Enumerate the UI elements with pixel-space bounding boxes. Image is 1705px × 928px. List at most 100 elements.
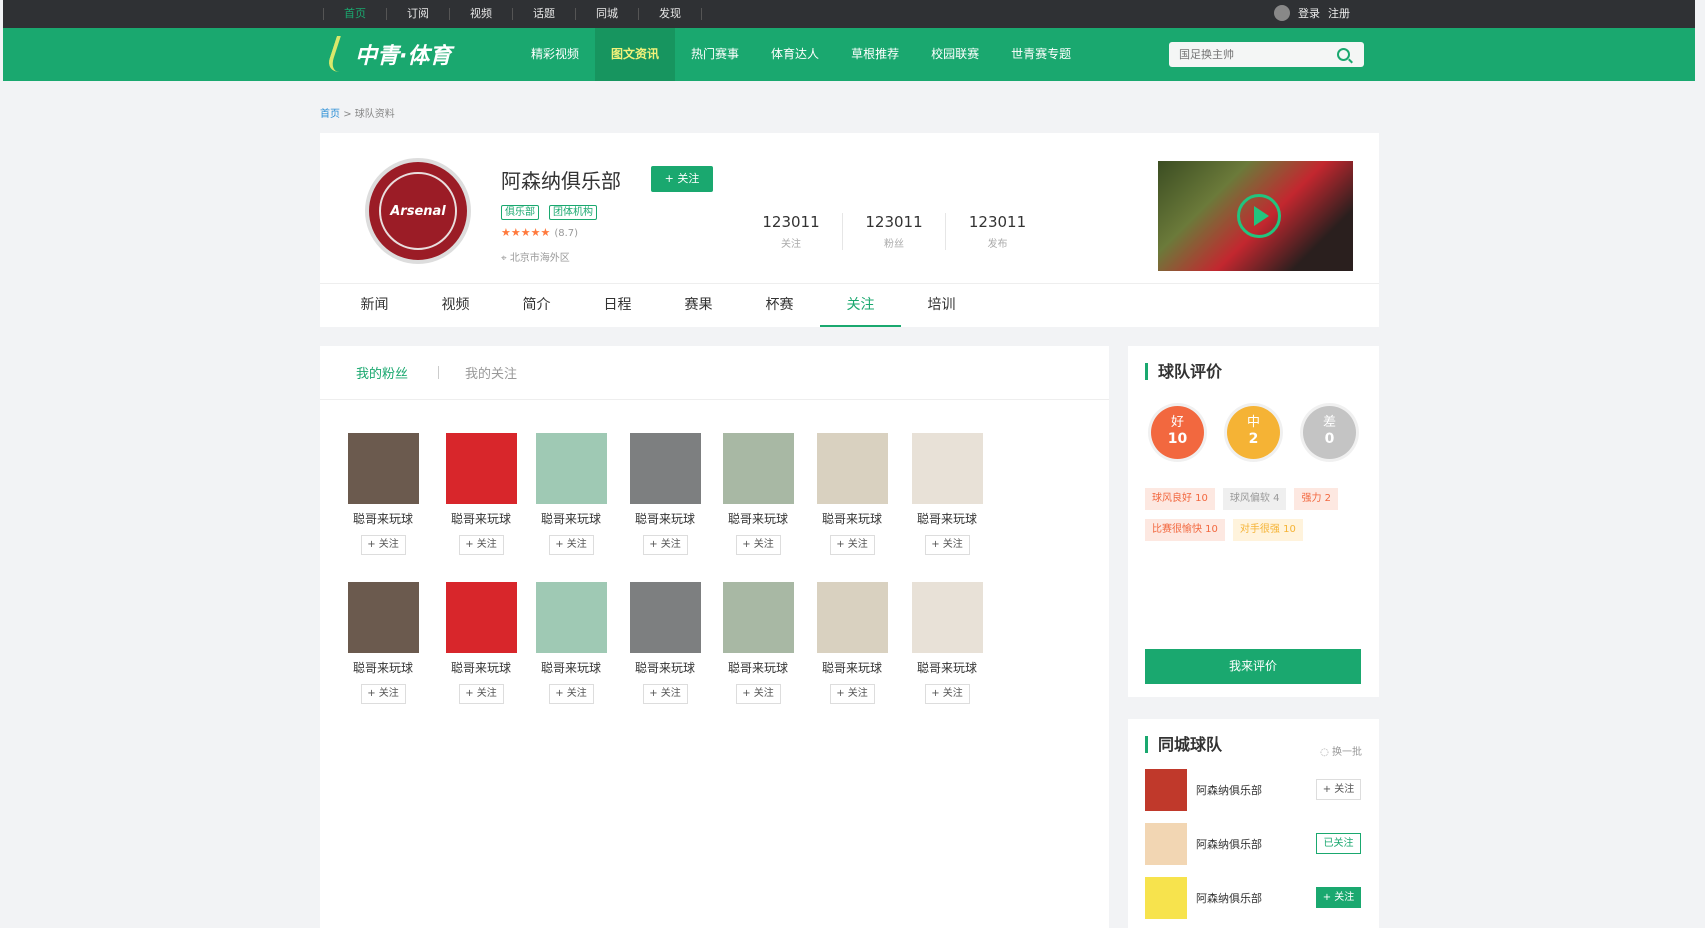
fan-name[interactable]: 聪哥来玩球 — [713, 510, 803, 527]
fan-avatar[interactable] — [445, 433, 517, 504]
tab-follow[interactable]: 关注 — [820, 284, 901, 327]
team-video-thumbnail[interactable] — [1158, 161, 1353, 271]
local-team-follow-button[interactable]: + 关注 — [1316, 779, 1361, 800]
local-teams-panel: 同城球队 ◌ 换一批 阿森纳俱乐部 + 关注 阿森纳俱乐部 已关注 阿森纳俱乐部 + 关注 — [1128, 719, 1379, 928]
menu-item-grassroots[interactable]: 草根推荐 — [835, 28, 915, 81]
refresh-label: 换一批 — [1332, 747, 1362, 758]
fan-card: 聪哥来玩球 + 关注 — [807, 433, 897, 555]
site-logo[interactable]: 中青·体育 — [325, 34, 451, 74]
local-team-name[interactable]: 阿森纳俱乐部 — [1196, 890, 1262, 906]
menu-item-experts[interactable]: 体育达人 — [755, 28, 835, 81]
fan-name[interactable]: 聪哥来玩球 — [902, 659, 992, 676]
local-team-follow-button[interactable]: + 关注 — [1316, 887, 1361, 908]
top-nav-subscribe[interactable]: 订阅 — [386, 8, 449, 20]
fan-name[interactable]: 聪哥来玩球 — [807, 510, 897, 527]
menu-item-special[interactable]: 世青赛专题 — [995, 28, 1087, 81]
tab-training[interactable]: 培训 — [901, 284, 982, 327]
follow-team-button[interactable]: + 关注 — [651, 166, 713, 192]
top-nav-home[interactable]: 首页 — [323, 8, 386, 20]
fan-follow-button[interactable]: + 关注 — [360, 684, 406, 704]
top-nav-discover[interactable]: 发现 — [638, 8, 702, 20]
fan-follow-button[interactable]: + 关注 — [642, 535, 688, 555]
fan-avatar[interactable] — [445, 582, 517, 653]
search-input[interactable] — [1169, 48, 1329, 61]
fan-follow-button[interactable]: + 关注 — [829, 684, 875, 704]
fan-avatar[interactable] — [816, 433, 888, 504]
team-location: ⌖ 北京市海外区 — [501, 249, 570, 264]
rating-chip[interactable]: 球风偏软 4 — [1222, 488, 1287, 510]
local-team-name[interactable]: 阿森纳俱乐部 — [1196, 836, 1262, 852]
fan-name[interactable]: 聪哥来玩球 — [620, 659, 710, 676]
menu-item-news[interactable]: 图文资讯 — [595, 28, 676, 81]
fan-avatar[interactable] — [535, 582, 607, 653]
local-team-follow-button[interactable]: 已关注 — [1316, 833, 1361, 854]
fan-avatar[interactable] — [722, 582, 794, 653]
fan-avatar[interactable] — [911, 582, 983, 653]
fan-follow-button[interactable]: + 关注 — [735, 684, 781, 704]
local-team-name[interactable]: 阿森纳俱乐部 — [1196, 782, 1262, 798]
menu-item-video[interactable]: 精彩视频 — [515, 28, 595, 81]
rating-chip[interactable]: 比赛很愉快 10 — [1145, 519, 1225, 541]
stat-following[interactable]: 123011 关注 — [740, 213, 843, 250]
fan-name[interactable]: 聪哥来玩球 — [338, 510, 428, 527]
top-nav-local[interactable]: 同城 — [575, 8, 638, 20]
stat-value: 123011 — [762, 213, 820, 231]
fan-follow-button[interactable]: + 关注 — [735, 535, 781, 555]
fan-follow-button[interactable]: + 关注 — [642, 684, 688, 704]
fan-name[interactable]: 聪哥来玩球 — [436, 510, 526, 527]
fan-name[interactable]: 聪哥来玩球 — [526, 659, 616, 676]
star-icons: ★★★★★ — [501, 226, 551, 239]
fan-avatar[interactable] — [629, 433, 701, 504]
local-team-avatar[interactable] — [1145, 823, 1187, 865]
play-icon[interactable] — [1237, 194, 1281, 238]
fan-avatar[interactable] — [535, 433, 607, 504]
rating-chip[interactable]: 球风良好 10 — [1145, 488, 1215, 510]
fan-avatar[interactable] — [629, 582, 701, 653]
local-team-avatar[interactable] — [1145, 877, 1187, 919]
fan-avatar[interactable] — [722, 433, 794, 504]
top-nav-topic[interactable]: 话题 — [512, 8, 575, 20]
subtab-my-fans[interactable]: 我的粉丝 — [356, 363, 408, 382]
refresh-batch-button[interactable]: ◌ 换一批 — [1320, 743, 1362, 758]
tab-news[interactable]: 新闻 — [334, 284, 415, 327]
top-nav-video[interactable]: 视频 — [449, 8, 512, 20]
login-link[interactable]: 登录 — [1298, 5, 1320, 21]
stat-fans[interactable]: 123011 粉丝 — [843, 213, 946, 250]
search-icon[interactable] — [1337, 48, 1350, 61]
fan-follow-button[interactable]: + 关注 — [548, 535, 594, 555]
tab-video[interactable]: 视频 — [415, 284, 496, 327]
tab-schedule[interactable]: 日程 — [577, 284, 658, 327]
register-link[interactable]: 注册 — [1328, 5, 1350, 21]
fan-name[interactable]: 聪哥来玩球 — [807, 659, 897, 676]
menu-item-campus[interactable]: 校园联赛 — [915, 28, 995, 81]
subtab-my-following[interactable]: 我的关注 — [465, 363, 517, 382]
fan-name[interactable]: 聪哥来玩球 — [526, 510, 616, 527]
fan-follow-button[interactable]: + 关注 — [924, 535, 970, 555]
fan-avatar[interactable] — [347, 582, 419, 653]
rate-team-button[interactable]: 我来评价 — [1145, 649, 1361, 684]
fan-follow-button[interactable]: + 关注 — [458, 684, 504, 704]
fan-follow-button[interactable]: + 关注 — [458, 535, 504, 555]
tab-cups[interactable]: 杯赛 — [739, 284, 820, 327]
fan-name[interactable]: 聪哥来玩球 — [436, 659, 526, 676]
menu-item-events[interactable]: 热门赛事 — [675, 28, 755, 81]
fan-avatar[interactable] — [911, 433, 983, 504]
tab-intro[interactable]: 简介 — [496, 284, 577, 327]
stat-posts[interactable]: 123011 发布 — [946, 213, 1049, 250]
fan-follow-button[interactable]: + 关注 — [548, 684, 594, 704]
fan-name[interactable]: 聪哥来玩球 — [620, 510, 710, 527]
fan-name[interactable]: 聪哥来玩球 — [713, 659, 803, 676]
rating-chip[interactable]: 对手很强 10 — [1232, 519, 1303, 541]
fan-avatar[interactable] — [347, 433, 419, 504]
fan-name[interactable]: 聪哥来玩球 — [338, 659, 428, 676]
breadcrumb-home[interactable]: 首页 — [320, 109, 340, 120]
fan-follow-button[interactable]: + 关注 — [829, 535, 875, 555]
fan-follow-button[interactable]: + 关注 — [360, 535, 406, 555]
fan-name[interactable]: 聪哥来玩球 — [902, 510, 992, 527]
local-team-avatar[interactable] — [1145, 769, 1187, 811]
rating-chip[interactable]: 强力 2 — [1294, 488, 1338, 510]
fan-card: 聪哥来玩球 + 关注 — [713, 582, 803, 704]
fan-follow-button[interactable]: + 关注 — [924, 684, 970, 704]
fan-avatar[interactable] — [816, 582, 888, 653]
tab-results[interactable]: 赛果 — [658, 284, 739, 327]
